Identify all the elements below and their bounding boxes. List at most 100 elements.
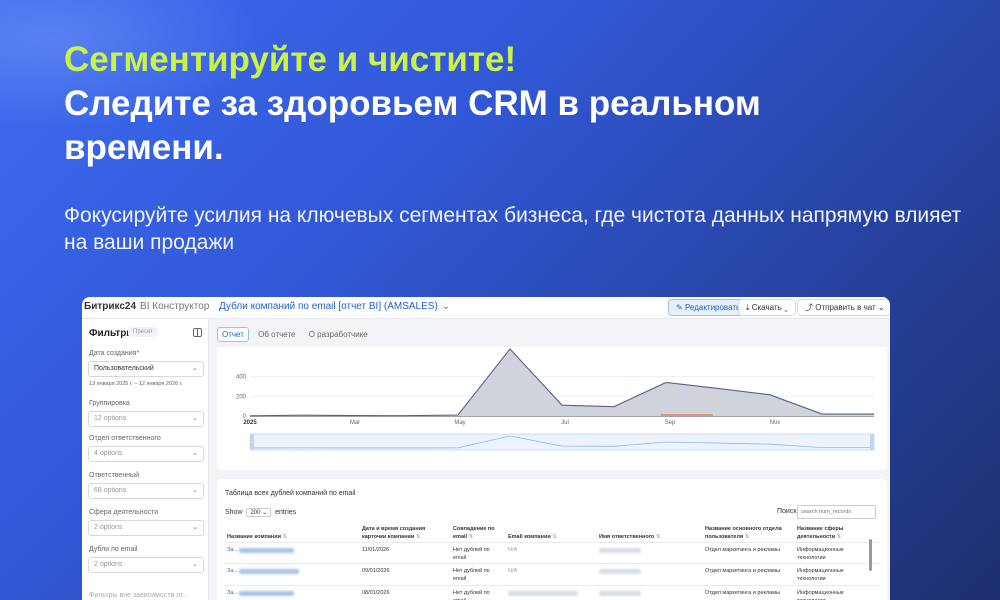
area-series [250, 349, 874, 416]
filter-value: 4 options [94, 450, 123, 457]
x-tick-label: May [454, 420, 465, 426]
column-header[interactable]: Название сферы деятельности ⇅ [797, 525, 865, 541]
edit-button[interactable]: ✎ Редактировать [668, 299, 749, 316]
chevron-down-icon: ⌄ [262, 510, 268, 516]
preset-button[interactable]: Пресет [128, 327, 158, 337]
chevron-down-icon: ⌄ [192, 365, 198, 372]
filter-value: 12 options [94, 415, 127, 422]
column-header-label: Имя ответственного [599, 534, 655, 540]
table-cell-company[interactable]: За... [227, 546, 238, 554]
page-size-control: Show 200 ⌄ entries [225, 508, 296, 517]
column-header[interactable]: Название компании ⇅ [227, 533, 347, 541]
brand-suffix: BI Конструктор [140, 301, 210, 312]
column-header-label: Совпадение по email [453, 526, 495, 540]
filter-value: 2 options [94, 524, 123, 531]
x-tick-label: Mar [350, 420, 360, 426]
row-divider [225, 563, 880, 564]
row-divider [225, 585, 880, 586]
top-bar: Битрикс24 BI Конструктор Дубли компаний п… [82, 297, 890, 319]
table-cell-match: Нет дублей по email [453, 590, 490, 600]
redacted-text [508, 591, 578, 596]
duplicates-table-card: Таблица всех дублей компаний по email Sh… [217, 479, 887, 600]
range-handle-left [250, 434, 254, 450]
promo-subtitle: Фокусируйте усилия на ключевых сегментах… [64, 204, 962, 254]
header-divider [225, 542, 880, 543]
sort-icon: ⇅ [282, 534, 288, 540]
tab-report[interactable]: Отчет [217, 327, 249, 342]
filter-label: Отдел ответственного [89, 435, 161, 442]
sort-icon: ⇅ [744, 534, 750, 540]
tab-about-developer[interactable]: О разработчике [305, 328, 372, 341]
filter-label: Ответственный [89, 472, 139, 479]
filter-department-select[interactable]: 4 options ⌄ [88, 446, 204, 462]
chevron-down-icon: ⌄ [192, 415, 198, 422]
sort-icon: ⇅ [552, 534, 557, 540]
table-cell-company[interactable]: За... [227, 567, 238, 575]
pencil-icon: ✎ [676, 303, 685, 312]
share-icon: ⤴ [805, 303, 816, 312]
report-tabs: Отчет Об отчете О разработчике [217, 327, 375, 343]
table-cell-dept: Отдел маркетинга и рекламы [705, 590, 780, 596]
filter-responsible-select[interactable]: 68 options ⌄ [88, 483, 204, 499]
redacted-text [239, 548, 294, 553]
chevron-down-icon: ⌄ [192, 524, 198, 531]
column-header-label: Название основного отдела пользователя [705, 526, 782, 540]
duplicates-area-chart: 02004002025 Mar May Jul Sep Nov [236, 348, 875, 451]
page-size-select[interactable]: 200 ⌄ [246, 508, 272, 517]
collapse-panel-icon[interactable] [193, 328, 202, 337]
search-input[interactable] [797, 505, 876, 519]
x-tick-label: Sep [665, 420, 676, 426]
filter-value: Пользовательский [94, 365, 154, 372]
report-title: Дубли компаний по email [отчет BI] (AMSA… [219, 301, 438, 312]
report-title-dropdown[interactable]: Дубли компаний по email [отчет BI] (AMSA… [219, 301, 450, 312]
download-button[interactable]: ⤓ Скачать ⌄ [738, 299, 796, 316]
sort-icon: ⇅ [415, 534, 421, 540]
column-header-label: Название компании [227, 534, 281, 540]
redacted-text [599, 548, 641, 553]
table-cell-email: N/A [508, 568, 518, 574]
brand-name: Битрикс24 [84, 301, 137, 312]
promo-headline: Сегментируйте и чистите! Следите за здор… [64, 38, 864, 170]
y-tick-label: 200 [236, 394, 247, 400]
column-header-label: Email компании [508, 534, 551, 540]
filter-email-duplicates-select[interactable]: 2 options ⌄ [88, 557, 204, 573]
chevron-down-icon: ⌄ [781, 303, 788, 312]
filter-date-select[interactable]: Пользовательский ⌄ [88, 361, 204, 377]
bi-report-window: Битрикс24 BI Конструктор Дубли компаний п… [82, 297, 890, 600]
send-to-chat-button[interactable]: ⤴ Отправить в чат ⌄ [797, 299, 890, 316]
filters-sidebar: Фильтры Пресет Дата создания* Пользовате… [82, 319, 209, 600]
table-cell-sphere: Информационные технологии [797, 568, 844, 582]
edit-button-label: Редактировать [684, 303, 741, 312]
sort-icon: ⇅ [655, 534, 661, 540]
page-size-value: 200 [250, 510, 261, 516]
redacted-text [599, 591, 641, 596]
send-button-label: Отправить в чат [815, 303, 876, 312]
x-tick-label: 2025 [243, 420, 257, 426]
table-cell-dept: Отдел маркетинга и рекламы [705, 568, 780, 574]
promo-title-main: Следите за здоровьем CRM в реальном врем… [64, 84, 761, 167]
filter-sphere-select[interactable]: 2 options ⌄ [88, 520, 204, 536]
column-header[interactable]: Дата и время создания карточки компании … [362, 525, 444, 541]
chevron-down-icon: ⌄ [192, 487, 198, 494]
brand-logo[interactable]: Битрикс24 BI Конструктор [84, 301, 209, 312]
table-cell-match: Нет дублей по email [453, 568, 490, 582]
table-scrollbar[interactable] [869, 539, 872, 571]
filter-grouping-select[interactable]: 12 options ⌄ [88, 411, 204, 427]
tab-about-report[interactable]: Об отчете [254, 328, 299, 341]
table-cell-created: 08/01/2026 [362, 590, 390, 596]
column-header[interactable]: Имя ответственного ⇅ [599, 533, 699, 541]
column-header[interactable]: Название основного отдела пользователя ⇅ [705, 525, 789, 541]
table-cell-sphere: Информационные технологии [797, 547, 844, 561]
x-tick-label: Nov [770, 420, 781, 426]
chevron-down-icon: ⌄ [192, 561, 198, 568]
x-tick-label: Jul [561, 420, 569, 426]
column-header[interactable]: Email компании ⇅ [508, 533, 596, 541]
filter-label: Группировка [89, 400, 130, 407]
show-label: Show [225, 509, 243, 516]
promo-title-accent: Сегментируйте и чистите! [64, 40, 517, 79]
table-cell-match: Нет дублей по email [453, 547, 490, 561]
filter-footer: Фильтры вне зависимости от... [89, 592, 189, 599]
filter-value: 2 options [94, 561, 123, 568]
table-cell-company[interactable]: За... [227, 589, 238, 597]
column-header[interactable]: Совпадение по email ⇅ [453, 525, 505, 541]
